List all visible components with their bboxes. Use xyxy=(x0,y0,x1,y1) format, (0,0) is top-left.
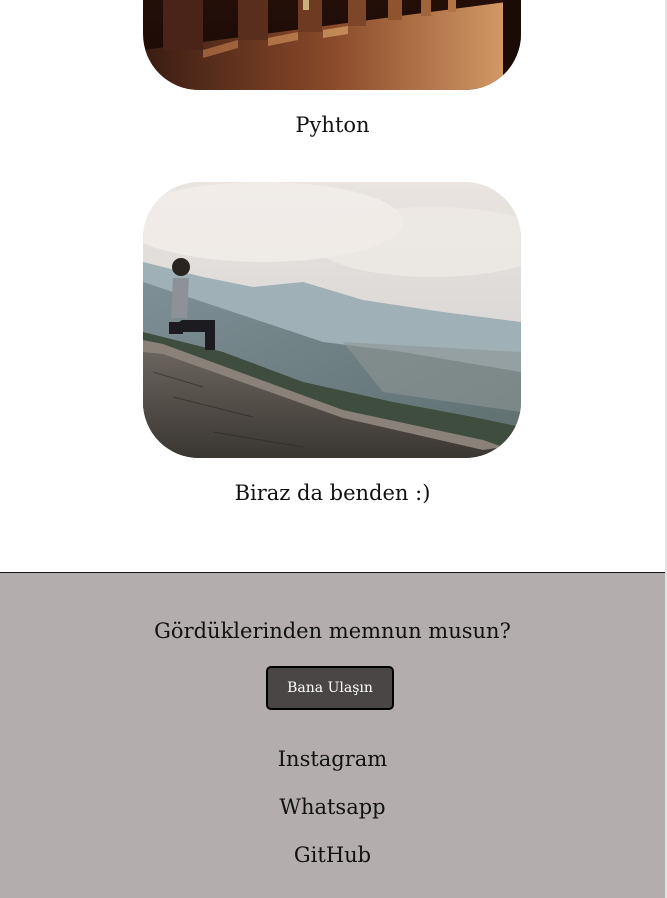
contact-button[interactable]: Bana Ulaşın xyxy=(266,666,394,710)
gallery-caption: Biraz da benden :) xyxy=(234,481,431,505)
footer-question: Gördüklerinden memnun musun? xyxy=(154,619,511,643)
footer: Gördüklerinden memnun musun? Bana Ulaşın… xyxy=(0,572,665,898)
instagram-link[interactable]: Instagram xyxy=(0,747,665,771)
github-link[interactable]: GitHub xyxy=(0,843,665,867)
whatsapp-link[interactable]: Whatsapp xyxy=(0,795,665,819)
page: Pyhton Biraz da benden:) Gördüklerinden… xyxy=(0,0,667,898)
gallery-image-corridor xyxy=(143,0,521,90)
gallery-caption: Pyhton xyxy=(295,113,370,137)
gallery-image-mountain-view xyxy=(143,182,521,458)
